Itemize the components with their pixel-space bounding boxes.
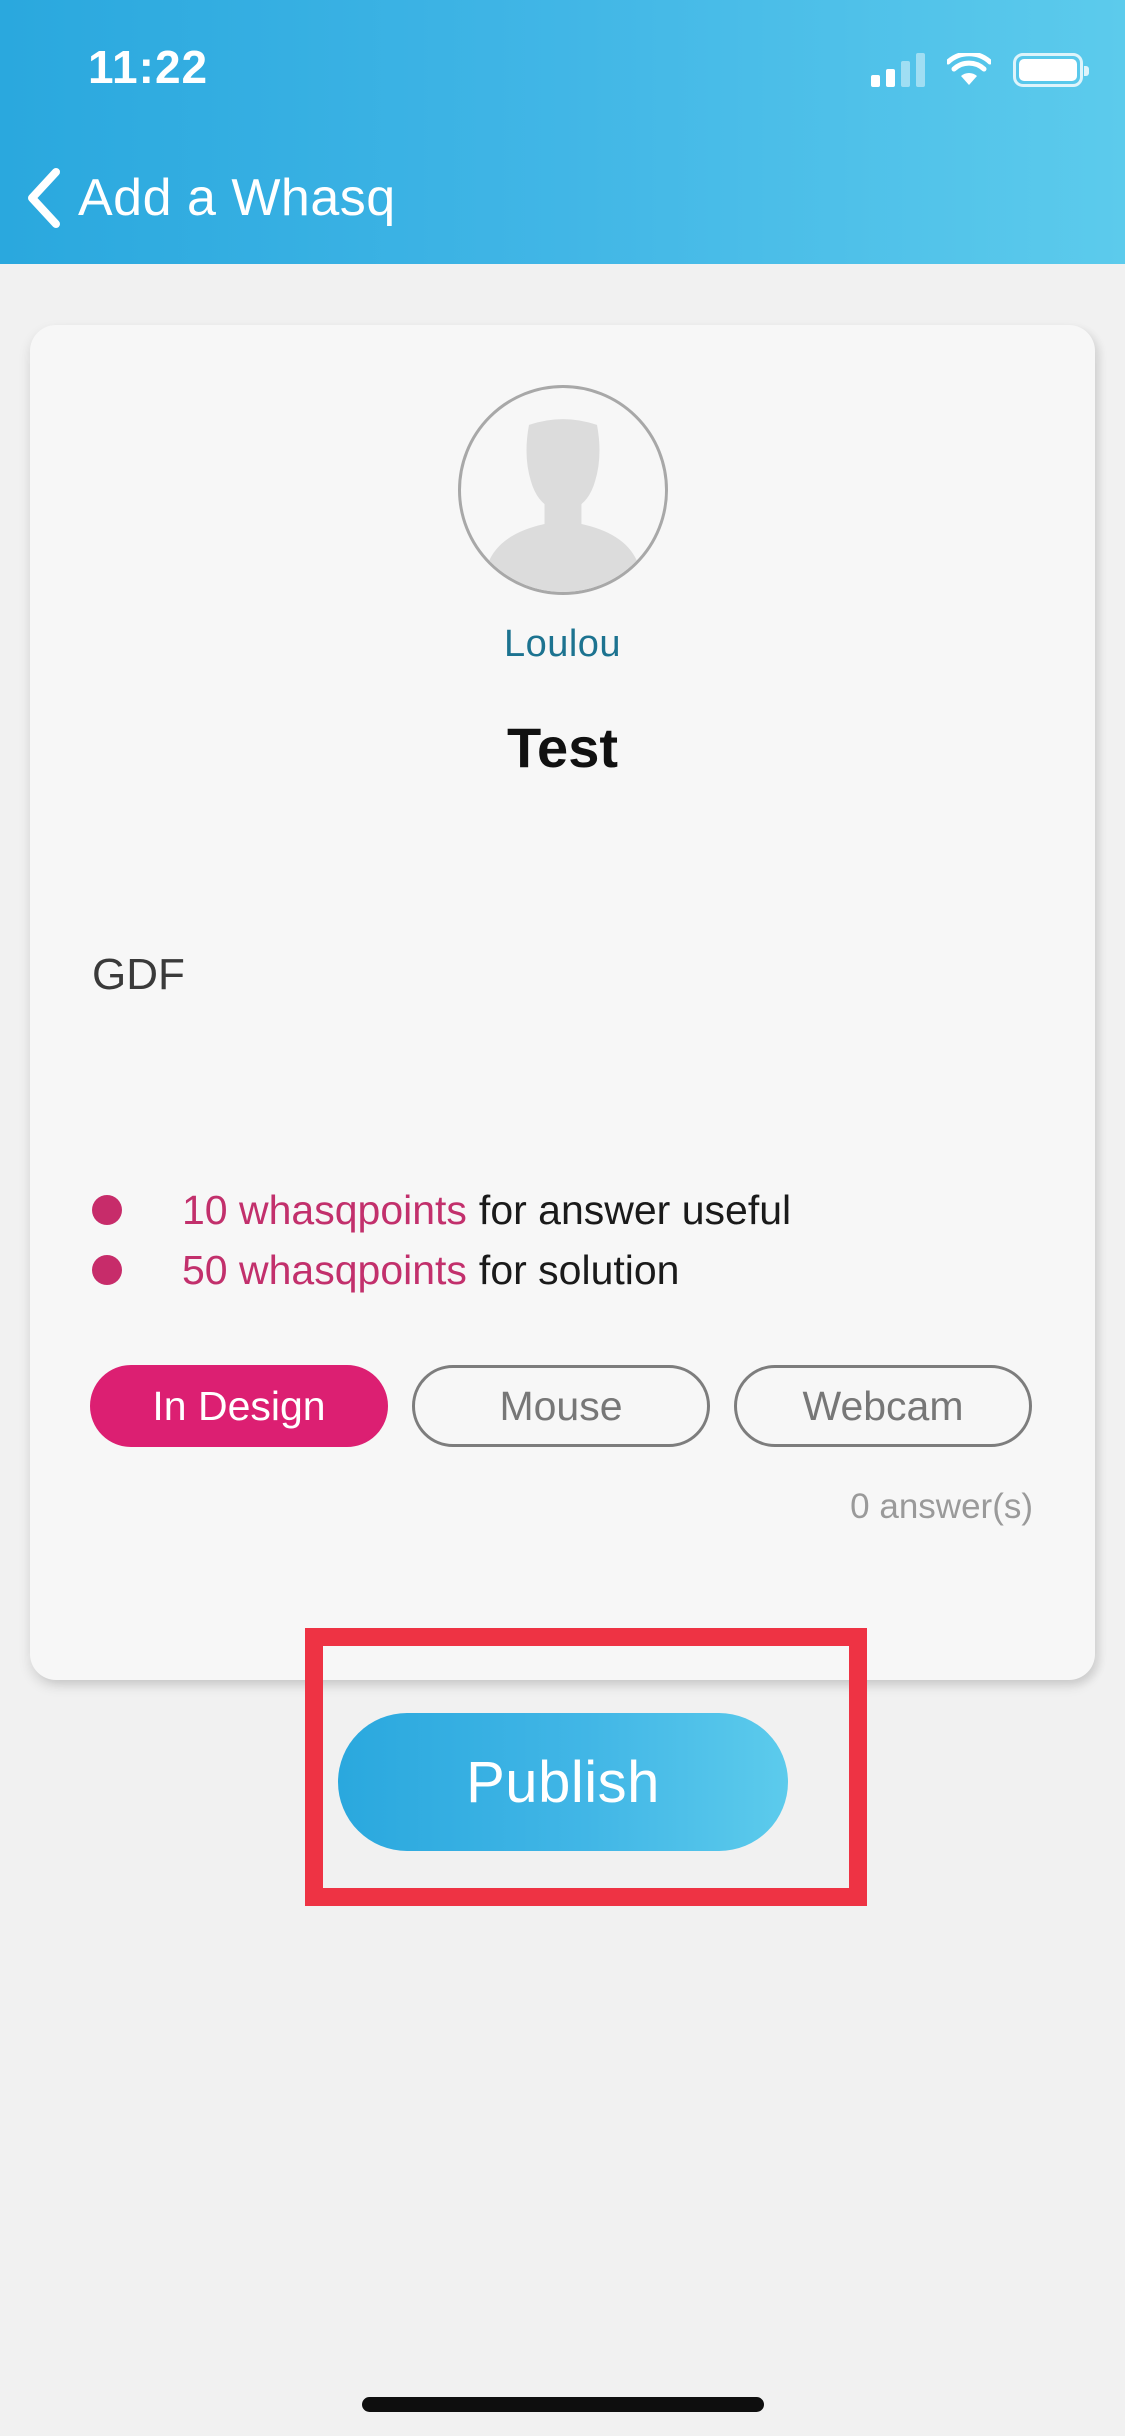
whasq-body: GDF bbox=[92, 950, 185, 999]
reward-text: for answer useful bbox=[478, 1186, 792, 1233]
status-time: 11:22 bbox=[88, 41, 209, 93]
back-button[interactable]: Add a Whasq bbox=[22, 160, 396, 236]
answer-count: 0 answer(s) bbox=[850, 1487, 1033, 1526]
home-indicator[interactable] bbox=[362, 2397, 764, 2412]
screen: 11:22 Add a Whasq Loulou Test GDF 10 wha… bbox=[0, 0, 1125, 2436]
reward-text: for solution bbox=[478, 1246, 680, 1293]
battery-icon bbox=[1013, 53, 1089, 87]
tag-list: In Design Mouse Webcam bbox=[90, 1365, 1032, 1447]
whasq-title: Test bbox=[507, 716, 618, 779]
reward-item: 10 whasqpoints for answer useful bbox=[92, 1180, 791, 1240]
bullet-dot-icon bbox=[92, 1255, 122, 1285]
publish-button[interactable]: Publish bbox=[338, 1713, 788, 1851]
tag-webcam[interactable]: Webcam bbox=[734, 1365, 1032, 1447]
app-header: 11:22 Add a Whasq bbox=[0, 0, 1125, 264]
user-placeholder-icon bbox=[488, 419, 638, 592]
avatar[interactable] bbox=[458, 385, 668, 595]
reward-points: 10 whasqpoints bbox=[182, 1186, 467, 1233]
tag-mouse[interactable]: Mouse bbox=[412, 1365, 710, 1447]
reward-points: 50 whasqpoints bbox=[182, 1246, 467, 1293]
whasq-preview-card: Loulou Test GDF 10 whasqpoints for answe… bbox=[30, 325, 1095, 1680]
cellular-signal-icon bbox=[871, 53, 925, 87]
tag-in-design[interactable]: In Design bbox=[90, 1365, 388, 1447]
author-username[interactable]: Loulou bbox=[30, 623, 1095, 666]
chevron-left-icon bbox=[28, 168, 60, 228]
bullet-dot-icon bbox=[92, 1195, 122, 1225]
wifi-icon bbox=[947, 53, 991, 85]
nav-title: Add a Whasq bbox=[78, 169, 396, 227]
status-icons bbox=[871, 48, 1089, 92]
rewards-list: 10 whasqpoints for answer useful 50 whas… bbox=[92, 1180, 791, 1300]
reward-item: 50 whasqpoints for solution bbox=[92, 1240, 791, 1300]
